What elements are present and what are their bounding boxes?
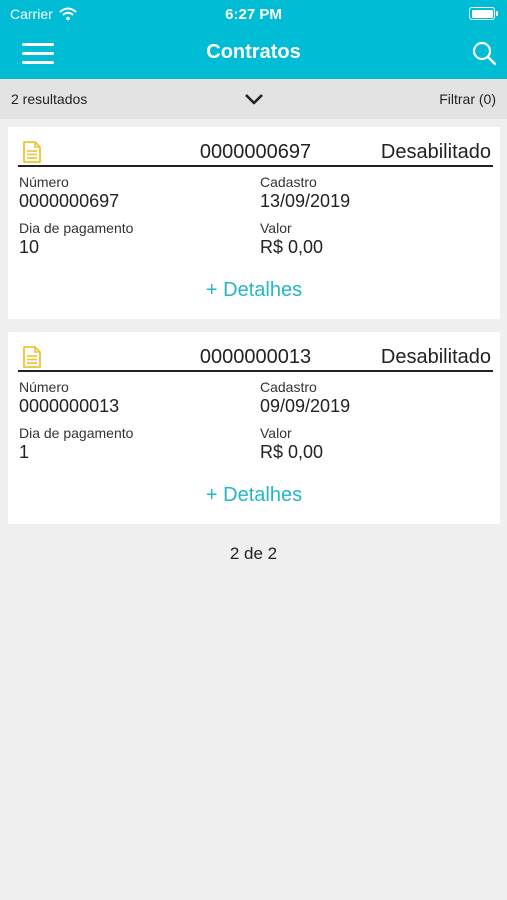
battery-icon (469, 7, 498, 20)
dia-pagamento-value: 1 (19, 442, 30, 462)
pagination-indicator: 2 de 2 (229, 544, 278, 563)
dia-pagamento-label: Dia de pagamento (19, 220, 134, 236)
details-link[interactable]: + Detalhes (8, 484, 500, 507)
status-bar: Carrier 6:27 PM (0, 0, 507, 28)
cadastro-label: Cadastro (260, 379, 317, 395)
nav-bar: Contratos (0, 28, 507, 79)
valor-value: R$ 0,00 (260, 237, 324, 257)
numero-label: Número (19, 174, 69, 190)
menu-icon[interactable] (22, 41, 54, 65)
status-badge: Desabilitado (380, 141, 491, 163)
status-badge: Desabilitado (380, 346, 491, 368)
cadastro-label: Cadastro (260, 174, 317, 190)
chevron-down-icon[interactable] (242, 89, 266, 109)
cadastro-value: 09/09/2019 (260, 396, 351, 416)
details-link[interactable]: + Detalhes (8, 279, 500, 302)
valor-label: Valor (260, 220, 292, 236)
card-header: 0000000697 Desabilitado (18, 139, 493, 167)
contract-card: 0000000697 Desabilitado Número 000000069… (8, 127, 500, 319)
numero-value: 0000000013 (19, 396, 120, 416)
filter-button[interactable]: Filtrar (0) (439, 91, 496, 107)
valor-label: Valor (260, 425, 292, 441)
valor-value: R$ 0,00 (260, 442, 324, 462)
numero-value: 0000000697 (19, 191, 120, 211)
card-header: 0000000013 Desabilitado (18, 344, 493, 372)
results-count: 2 resultados (11, 91, 88, 107)
numero-label: Número (19, 379, 69, 395)
contract-card: 0000000013 Desabilitado Número 000000001… (8, 332, 500, 524)
filter-bar: 2 resultados Filtrar (0) (0, 79, 507, 119)
search-icon[interactable] (471, 40, 497, 66)
dia-pagamento-value: 10 (19, 237, 40, 257)
page-title: Contratos (206, 41, 301, 63)
dia-pagamento-label: Dia de pagamento (19, 425, 134, 441)
clock: 6:27 PM (225, 6, 282, 23)
cadastro-value: 13/09/2019 (260, 191, 351, 211)
